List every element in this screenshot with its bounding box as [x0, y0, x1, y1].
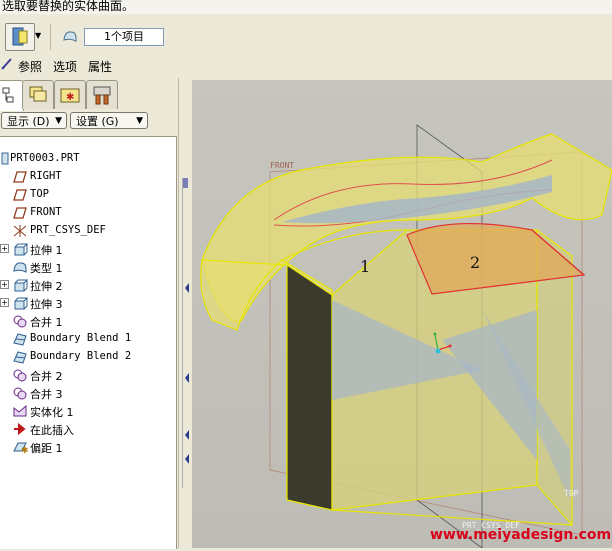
tree-item-label: Boundary Blend 1 [30, 332, 132, 344]
datum-label-top: TOP [564, 489, 579, 498]
tree-item-label: 合并 3 [30, 388, 63, 401]
merge-icon [12, 367, 28, 383]
watermark: www.meiyadesign.com [430, 527, 612, 543]
show-dropdown-label: 显示 (D) [7, 115, 50, 128]
annotation-2: 2 [470, 253, 480, 272]
coordinate-system-icon [12, 223, 28, 239]
expand-toggle[interactable]: + [0, 244, 9, 253]
extrude-icon [12, 277, 29, 293]
chevron-down-icon[interactable]: ▼ [35, 32, 43, 40]
merge-icon [12, 313, 28, 329]
merge-icon [12, 385, 28, 401]
tree-item-label: PRT0003.PRT [10, 152, 80, 164]
tree-item-label: 类型 1 [30, 262, 63, 275]
tree-item-insert-here[interactable]: 在此插入 [0, 420, 176, 438]
quilt-icon [62, 29, 78, 43]
annotation-1: 1 [360, 257, 370, 276]
tree-item-label: 拉伸 2 [30, 280, 63, 293]
surface-icon [12, 259, 28, 275]
datum-plane-icon [12, 187, 28, 203]
extrude-icon [12, 241, 29, 257]
expand-toggle[interactable]: + [0, 280, 9, 289]
tab-favorites[interactable]: ✱ [54, 80, 86, 109]
model-render[interactable]: FRONT TOP PRT_CSYS_DEF 1 2 [192, 80, 612, 548]
tree-item-front[interactable]: FRONT [0, 204, 176, 222]
tree-item-solidify-1[interactable]: 实体化 1 [0, 402, 176, 420]
chevron-down-icon: ▼ [136, 116, 143, 126]
tree-item-extrude-1[interactable]: + 拉伸 1 [0, 240, 176, 258]
tree-item-type-1[interactable]: 类型 1 [0, 258, 176, 276]
layers-icon [29, 86, 47, 102]
tab-options[interactable]: 选项 [53, 58, 77, 75]
show-dropdown[interactable]: 显示 (D) ▼ [1, 112, 67, 129]
datum-plane-icon [12, 169, 28, 185]
boundary-blend-icon [12, 331, 28, 347]
check-pencil-icon [1, 57, 13, 71]
tree-item-boundary-blend-2[interactable]: Boundary Blend 2 [0, 348, 176, 366]
expand-toggle[interactable]: + [0, 298, 9, 307]
tab-folder-browser[interactable] [22, 80, 54, 109]
tree-item-merge-1[interactable]: 合并 1 [0, 312, 176, 330]
tree-item-label: 偏距 1 [30, 442, 63, 455]
datum-plane-icon [12, 205, 28, 221]
solidify-icon [12, 403, 28, 419]
tree-item-top[interactable]: TOP [0, 186, 176, 204]
tree-item-boundary-blend-1[interactable]: Boundary Blend 1 [0, 330, 176, 348]
model-tree-icon [2, 87, 14, 103]
selection-collector[interactable]: 1个项目 [84, 28, 164, 46]
toolbar-divider [50, 24, 51, 50]
svg-text:✱: ✱ [21, 446, 28, 455]
svg-text:✱: ✱ [66, 92, 74, 103]
offset-icon: ✱ [12, 439, 29, 456]
splitter-grip-icon [182, 178, 189, 488]
settings-dropdown[interactable]: 设置 (G) ▼ [70, 112, 148, 129]
tree-item-part[interactable]: PRT0003.PRT [0, 150, 176, 168]
tree-item-label: 在此插入 [30, 424, 74, 437]
graphics-viewport[interactable]: FRONT TOP PRT_CSYS_DEF 1 2 [192, 80, 612, 548]
tree-item-label: 合并 1 [30, 316, 63, 329]
folder-star-icon: ✱ [60, 88, 80, 103]
feature-type-button[interactable] [5, 23, 35, 51]
message-prompt: 选取要替换的实体曲面。 [0, 0, 612, 14]
tab-references[interactable]: 参照 [18, 58, 42, 75]
panel-splitter[interactable] [178, 78, 193, 548]
datum-label-front: FRONT [270, 161, 294, 170]
tree-item-label: 实体化 1 [30, 406, 74, 419]
tree-item-right[interactable]: RIGHT [0, 168, 176, 186]
tree-item-label: 拉伸 1 [30, 244, 63, 257]
tree-item-label: TOP [30, 188, 49, 200]
tree-item-label: 拉伸 3 [30, 298, 63, 311]
feature-dashboard: ▼ 1个项目 [0, 14, 612, 55]
boundary-blend-icon [12, 349, 28, 365]
chevron-down-icon: ▼ [55, 116, 62, 126]
tree-options-row: 显示 (D) ▼ 设置 (G) ▼ [0, 110, 178, 134]
model-tree: PRT0003.PRT RIGHT TOP FRONT PRT_CSYS_DEF… [0, 136, 177, 549]
tab-properties[interactable]: 属性 [88, 58, 112, 75]
tree-item-label: RIGHT [30, 170, 62, 182]
replace-surface-icon [12, 27, 28, 46]
extrude-icon [12, 295, 29, 311]
tree-item-extrude-2[interactable]: + 拉伸 2 [0, 276, 176, 294]
tree-item-label: 合并 2 [30, 370, 63, 383]
tab-connections[interactable] [86, 80, 118, 109]
prompt-text: 选取要替换的实体曲面。 [2, 0, 135, 13]
tree-item-merge-2[interactable]: 合并 2 [0, 366, 176, 384]
tree-item-offset-1[interactable]: ✱ 偏距 1 [0, 438, 176, 456]
dashboard-tabs: 参照 选项 属性 [0, 54, 612, 76]
tree-item-extrude-3[interactable]: + 拉伸 3 [0, 294, 176, 312]
tree-item-label: PRT_CSYS_DEF [30, 224, 106, 236]
tree-item-csys[interactable]: PRT_CSYS_DEF [0, 222, 176, 240]
tree-item-label: FRONT [30, 206, 62, 218]
tree-item-merge-3[interactable]: 合并 3 [0, 384, 176, 402]
insert-here-arrow-icon [12, 421, 28, 437]
tree-item-label: Boundary Blend 2 [30, 350, 132, 362]
connections-icon [93, 86, 111, 105]
tab-model-tree[interactable] [0, 80, 24, 111]
settings-dropdown-label: 设置 (G) [76, 115, 119, 128]
